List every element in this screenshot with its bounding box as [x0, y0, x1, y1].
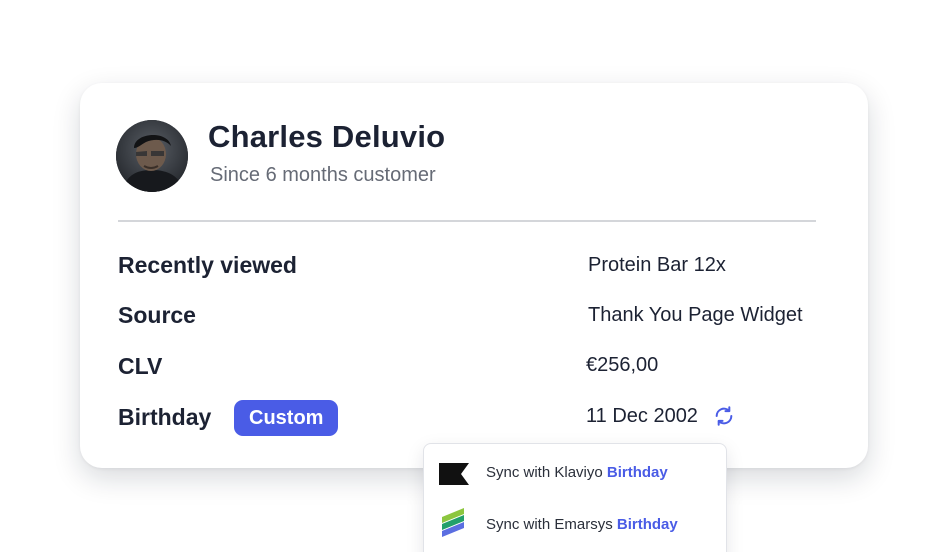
customer-since: Since 6 months customer	[210, 164, 436, 186]
sync-klaviyo-option[interactable]: Sync with Klaviyo Birthday	[424, 451, 726, 495]
source-label: Source	[118, 302, 196, 328]
recently-viewed-label: Recently viewed	[118, 252, 297, 278]
klaviyo-logo-icon	[438, 458, 470, 490]
sync-dropdown-menu: Sync with Klaviyo Birthday Sync with Ema…	[423, 443, 727, 552]
clv-value: €256,00	[586, 354, 659, 376]
divider	[118, 220, 816, 222]
sync-emarsys-option[interactable]: Sync with Emarsys Birthday	[424, 503, 726, 547]
sync-klaviyo-label: Sync with Klaviyo Birthday	[486, 464, 668, 481]
sync-icon[interactable]	[713, 405, 735, 427]
birthday-value: 11 Dec 2002	[586, 405, 698, 427]
recently-viewed-value: Protein Bar 12x	[588, 254, 726, 276]
customer-name: Charles Deluvio	[208, 119, 446, 154]
avatar	[116, 120, 188, 192]
emarsys-logo-icon	[438, 507, 470, 539]
sync-emarsys-prefix: Sync with Emarsys	[486, 516, 613, 533]
customer-profile-card: Charles Deluvio Since 6 months customer …	[80, 83, 868, 468]
sync-emarsys-label: Sync with Emarsys Birthday	[486, 516, 678, 533]
custom-badge[interactable]: Custom	[234, 400, 339, 436]
sync-emarsys-field: Birthday	[616, 516, 678, 533]
birthday-label: Birthday	[118, 404, 212, 430]
sync-klaviyo-field: Birthday	[606, 464, 668, 481]
stage: Charles Deluvio Since 6 months customer …	[0, 0, 946, 552]
clv-label: CLV	[118, 353, 163, 379]
sync-klaviyo-prefix: Sync with Klaviyo	[486, 464, 603, 481]
source-value: Thank You Page Widget	[588, 304, 803, 326]
